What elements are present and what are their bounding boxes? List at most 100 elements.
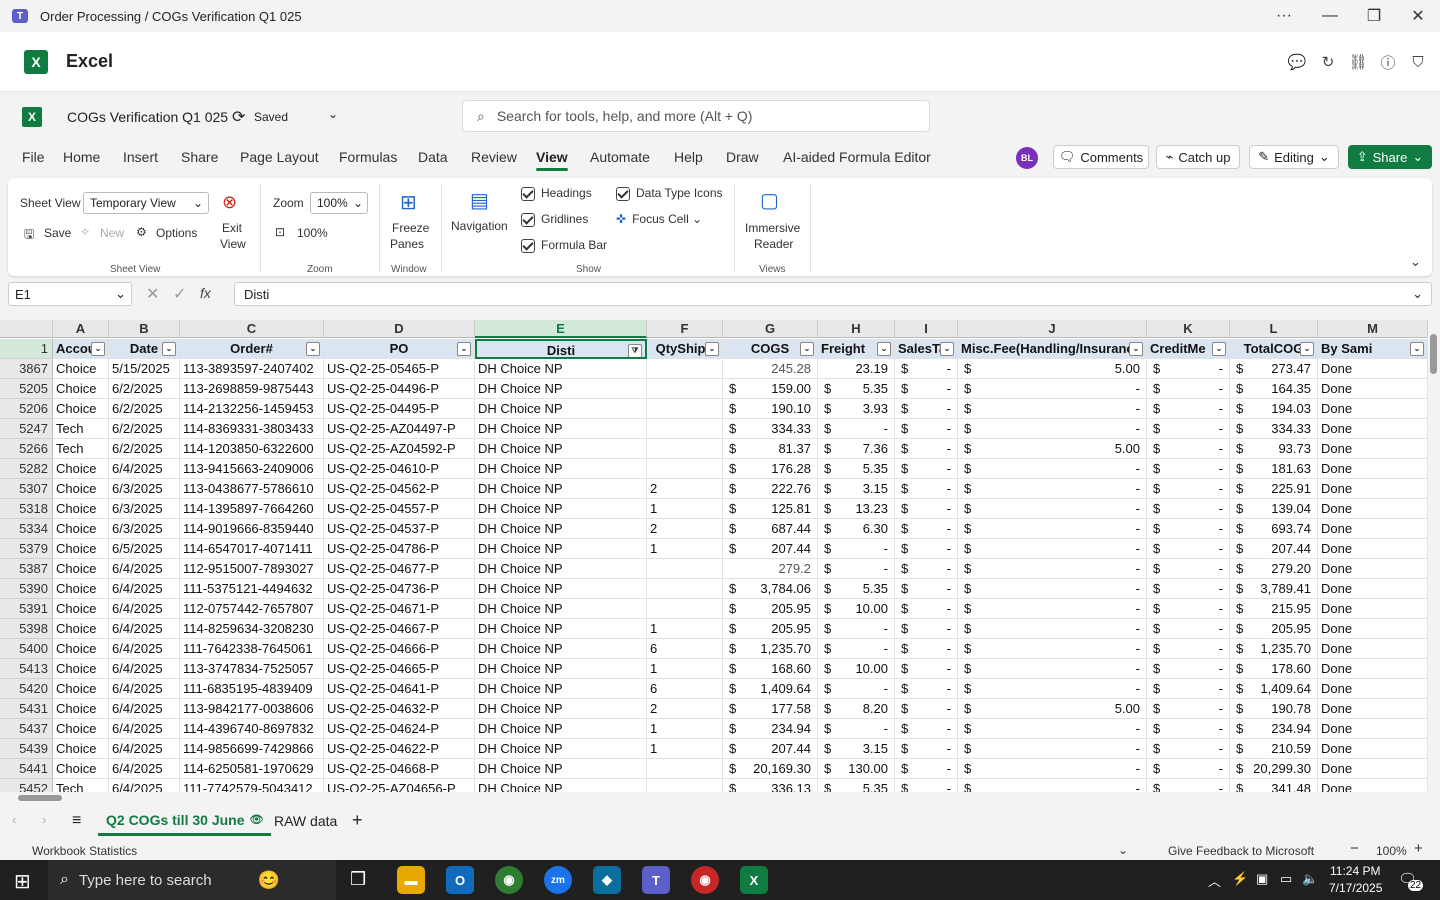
- cell-h[interactable]: $3.93: [818, 399, 895, 419]
- cell-j[interactable]: $ -: [958, 419, 1147, 439]
- header-cell-m[interactable]: By Sami ⌄: [1318, 339, 1428, 359]
- menu-file[interactable]: File: [22, 149, 45, 165]
- row-header[interactable]: 5398: [0, 619, 53, 639]
- close-button[interactable]: ✕: [1396, 0, 1440, 32]
- cell-g[interactable]: $1,235.70: [723, 639, 818, 659]
- cell-h[interactable]: $10.00: [818, 599, 895, 619]
- cell-f[interactable]: [647, 779, 723, 792]
- header-cell-c[interactable]: Order# ⌄: [180, 339, 324, 359]
- header-cell-f[interactable]: QtyShipp ⌄: [647, 339, 723, 359]
- cell-a[interactable]: Choice: [53, 619, 109, 639]
- cell-e[interactable]: DH Choice NP: [475, 759, 647, 779]
- menu-data[interactable]: Data: [418, 149, 448, 165]
- column-header-l[interactable]: L: [1230, 320, 1318, 338]
- row-header[interactable]: 5307: [0, 479, 53, 499]
- cell-f[interactable]: 1: [647, 659, 723, 679]
- cell-l[interactable]: $1,409.64: [1230, 679, 1318, 699]
- minimize-button[interactable]: —: [1308, 0, 1352, 32]
- cell-e[interactable]: DH Choice NP: [475, 439, 647, 459]
- chevron-down-icon[interactable]: ⌄: [328, 107, 338, 121]
- cell-f[interactable]: [647, 759, 723, 779]
- cell-g[interactable]: $190.10: [723, 399, 818, 419]
- cell-b[interactable]: 6/2/2025: [109, 399, 180, 419]
- cell-c[interactable]: 113-3747834-7525057: [180, 659, 324, 679]
- cell-b[interactable]: 6/4/2025: [109, 639, 180, 659]
- zoom-app-icon[interactable]: zm: [544, 866, 572, 894]
- cell-j[interactable]: $ -: [958, 499, 1147, 519]
- cell-j[interactable]: $ -: [958, 539, 1147, 559]
- volume-icon[interactable]: 🔈: [1302, 871, 1318, 887]
- cell-l[interactable]: $205.95: [1230, 619, 1318, 639]
- formula-bar-checkbox[interactable]: Formula Bar: [521, 238, 607, 253]
- cell-i[interactable]: $ -: [895, 719, 958, 739]
- filter-dropdown-icon[interactable]: ⌄: [1212, 342, 1226, 356]
- document-title[interactable]: COGs Verification Q1 025: [67, 109, 228, 125]
- share-button[interactable]: ⇪ Share ⌄: [1348, 145, 1432, 169]
- cell-f[interactable]: [647, 459, 723, 479]
- cell-l[interactable]: $693.74: [1230, 519, 1318, 539]
- column-header-b[interactable]: B: [109, 320, 180, 338]
- zoom-out-icon[interactable]: −: [1350, 840, 1359, 857]
- cell-g[interactable]: $334.33: [723, 419, 818, 439]
- row-header[interactable]: 5431: [0, 699, 53, 719]
- cell-j[interactable]: $ -: [958, 579, 1147, 599]
- cell-h[interactable]: $13.23: [818, 499, 895, 519]
- cell-l[interactable]: $210.59: [1230, 739, 1318, 759]
- cell-m[interactable]: Done: [1318, 599, 1428, 619]
- cell-i[interactable]: $ -: [895, 419, 958, 439]
- row-header[interactable]: 5387: [0, 559, 53, 579]
- cell-l[interactable]: $1,235.70: [1230, 639, 1318, 659]
- cell-d[interactable]: US-Q2-25-04537-P: [324, 519, 475, 539]
- cell-k[interactable]: $ -: [1147, 519, 1230, 539]
- header-cell-e[interactable]: Disti ⧩: [475, 339, 647, 359]
- cell-l[interactable]: $194.03: [1230, 399, 1318, 419]
- header-cell-b[interactable]: Date ⌄: [109, 339, 180, 359]
- menu-automate[interactable]: Automate: [590, 149, 650, 165]
- cell-d[interactable]: US-Q2-25-04786-P: [324, 539, 475, 559]
- cell-j[interactable]: $ -: [958, 719, 1147, 739]
- header-cell-a[interactable]: Accou ⌄: [53, 339, 109, 359]
- cell-c[interactable]: 113-9842177-0038606: [180, 699, 324, 719]
- tab-raw-data[interactable]: RAW data: [266, 806, 345, 836]
- chevron-left-icon[interactable]: ‹: [12, 812, 16, 827]
- cell-i[interactable]: $ -: [895, 479, 958, 499]
- cell-f[interactable]: [647, 439, 723, 459]
- header-cell-i[interactable]: SalesTa ⌄: [895, 339, 958, 359]
- cell-a[interactable]: Choice: [53, 759, 109, 779]
- cell-m[interactable]: Done: [1318, 739, 1428, 759]
- cell-l[interactable]: $190.78: [1230, 699, 1318, 719]
- cell-a[interactable]: Choice: [53, 719, 109, 739]
- filter-dropdown-icon[interactable]: ⌄: [91, 342, 105, 356]
- chat-icon[interactable]: 💬: [1287, 52, 1307, 72]
- options-button[interactable]: Options: [156, 226, 197, 240]
- cell-e[interactable]: DH Choice NP: [475, 359, 647, 379]
- cell-a[interactable]: Choice: [53, 459, 109, 479]
- cell-b[interactable]: 6/5/2025: [109, 539, 180, 559]
- filter-dropdown-icon[interactable]: ⌄: [705, 342, 719, 356]
- cell-f[interactable]: 1: [647, 739, 723, 759]
- cell-h[interactable]: $5.35: [818, 459, 895, 479]
- workbook-statistics[interactable]: Workbook Statistics: [32, 844, 137, 858]
- cell-b[interactable]: 6/2/2025: [109, 379, 180, 399]
- cell-k[interactable]: $ -: [1147, 579, 1230, 599]
- row-header[interactable]: 5452: [0, 779, 53, 792]
- cell-f[interactable]: [647, 379, 723, 399]
- cell-m[interactable]: Done: [1318, 759, 1428, 779]
- filter-dropdown-icon[interactable]: ⧩: [628, 344, 642, 357]
- new-button[interactable]: New: [100, 226, 124, 240]
- cell-e[interactable]: DH Choice NP: [475, 519, 647, 539]
- row-header[interactable]: 5441: [0, 759, 53, 779]
- cell-m[interactable]: Done: [1318, 539, 1428, 559]
- cell-e[interactable]: DH Choice NP: [475, 379, 647, 399]
- cell-i[interactable]: $ -: [895, 579, 958, 599]
- header-cell-g[interactable]: COGS ⌄: [723, 339, 818, 359]
- cell-a[interactable]: Choice: [53, 659, 109, 679]
- navigation-button[interactable]: Navigation: [451, 219, 508, 233]
- row-header[interactable]: 5413: [0, 659, 53, 679]
- menu-home[interactable]: Home: [63, 149, 100, 165]
- tray-app-icon[interactable]: ▣: [1256, 871, 1268, 887]
- cell-e[interactable]: DH Choice NP: [475, 499, 647, 519]
- row-header[interactable]: 5206: [0, 399, 53, 419]
- cell-g[interactable]: $81.37: [723, 439, 818, 459]
- cell-j[interactable]: $ -: [958, 559, 1147, 579]
